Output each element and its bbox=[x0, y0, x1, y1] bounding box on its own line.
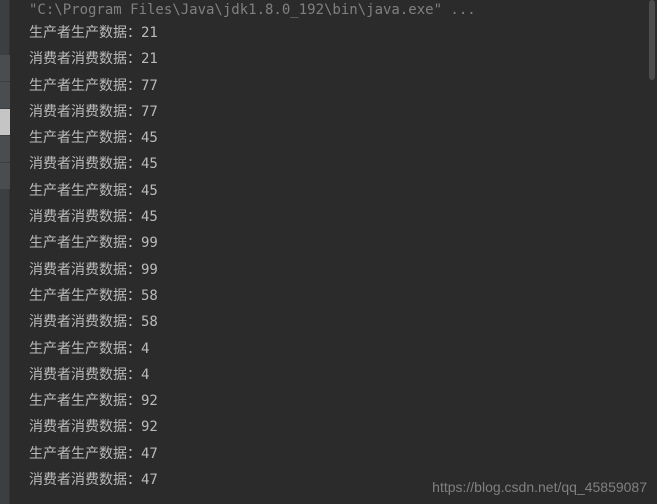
output-value: 92 bbox=[141, 419, 158, 435]
output-lines-container: 生产者生产数据：21消费者消费数据：21生产者生产数据：77消费者消费数据：77… bbox=[29, 20, 657, 493]
sidebar-icon-group bbox=[0, 55, 10, 190]
output-value: 21 bbox=[141, 25, 158, 41]
output-line: 生产者生产数据：58 bbox=[29, 283, 657, 309]
producer-label: 生产者生产数据： bbox=[29, 446, 141, 462]
output-value: 45 bbox=[141, 183, 158, 199]
producer-label: 生产者生产数据： bbox=[29, 183, 141, 199]
consumer-label: 消费者消费数据： bbox=[29, 209, 141, 225]
output-line: 生产者生产数据：47 bbox=[29, 441, 657, 467]
output-line: 生产者生产数据：92 bbox=[29, 388, 657, 414]
producer-label: 生产者生产数据： bbox=[29, 341, 141, 357]
output-value: 4 bbox=[141, 367, 149, 383]
producer-label: 生产者生产数据： bbox=[29, 78, 141, 94]
consumer-label: 消费者消费数据： bbox=[29, 367, 141, 383]
sidebar-tool-icon[interactable] bbox=[0, 82, 10, 108]
output-line: 消费者消费数据：99 bbox=[29, 257, 657, 283]
output-value: 47 bbox=[141, 446, 158, 462]
consumer-label: 消费者消费数据： bbox=[29, 314, 141, 330]
watermark-text: https://blog.csdn.net/qq_45859087 bbox=[432, 479, 647, 495]
sidebar-tool-icon[interactable] bbox=[0, 136, 10, 162]
output-line: 消费者消费数据：45 bbox=[29, 204, 657, 230]
output-line: 消费者消费数据：45 bbox=[29, 151, 657, 177]
consumer-label: 消费者消费数据： bbox=[29, 419, 141, 435]
vertical-scrollbar[interactable] bbox=[649, 0, 655, 504]
output-line: 消费者消费数据：77 bbox=[29, 99, 657, 125]
scrollbar-thumb[interactable] bbox=[649, 0, 655, 80]
output-line: 消费者消费数据：92 bbox=[29, 414, 657, 440]
console-output[interactable]: "C:\Program Files\Java\jdk1.8.0_192\bin\… bbox=[11, 0, 657, 504]
output-line: 消费者消费数据：21 bbox=[29, 46, 657, 72]
consumer-label: 消费者消费数据： bbox=[29, 156, 141, 172]
output-value: 4 bbox=[141, 341, 149, 357]
consumer-label: 消费者消费数据： bbox=[29, 262, 141, 278]
output-line: 生产者生产数据：21 bbox=[29, 20, 657, 46]
command-line: "C:\Program Files\Java\jdk1.8.0_192\bin\… bbox=[29, 0, 657, 20]
output-line: 消费者消费数据：4 bbox=[29, 362, 657, 388]
producer-label: 生产者生产数据： bbox=[29, 288, 141, 304]
output-value: 77 bbox=[141, 78, 158, 94]
output-value: 92 bbox=[141, 393, 158, 409]
output-line: 生产者生产数据：77 bbox=[29, 73, 657, 99]
consumer-label: 消费者消费数据： bbox=[29, 472, 141, 488]
producer-label: 生产者生产数据： bbox=[29, 393, 141, 409]
output-value: 45 bbox=[141, 156, 158, 172]
tool-sidebar bbox=[0, 0, 10, 504]
output-line: 生产者生产数据：45 bbox=[29, 125, 657, 151]
producer-label: 生产者生产数据： bbox=[29, 235, 141, 251]
output-line: 生产者生产数据：45 bbox=[29, 178, 657, 204]
output-line: 消费者消费数据：58 bbox=[29, 309, 657, 335]
sidebar-tool-icon[interactable] bbox=[0, 109, 10, 135]
output-value: 77 bbox=[141, 104, 158, 120]
producer-label: 生产者生产数据： bbox=[29, 25, 141, 41]
sidebar-tool-icon[interactable] bbox=[0, 163, 10, 189]
output-value: 99 bbox=[141, 262, 158, 278]
output-line: 生产者生产数据：99 bbox=[29, 230, 657, 256]
output-value: 47 bbox=[141, 472, 158, 488]
output-value: 45 bbox=[141, 130, 158, 146]
consumer-label: 消费者消费数据： bbox=[29, 104, 141, 120]
output-value: 58 bbox=[141, 288, 158, 304]
producer-label: 生产者生产数据： bbox=[29, 130, 141, 146]
output-value: 45 bbox=[141, 209, 158, 225]
consumer-label: 消费者消费数据： bbox=[29, 51, 141, 67]
output-value: 58 bbox=[141, 314, 158, 330]
output-line: 生产者生产数据：4 bbox=[29, 336, 657, 362]
output-value: 21 bbox=[141, 51, 158, 67]
output-value: 99 bbox=[141, 235, 158, 251]
sidebar-tool-icon[interactable] bbox=[0, 55, 10, 81]
